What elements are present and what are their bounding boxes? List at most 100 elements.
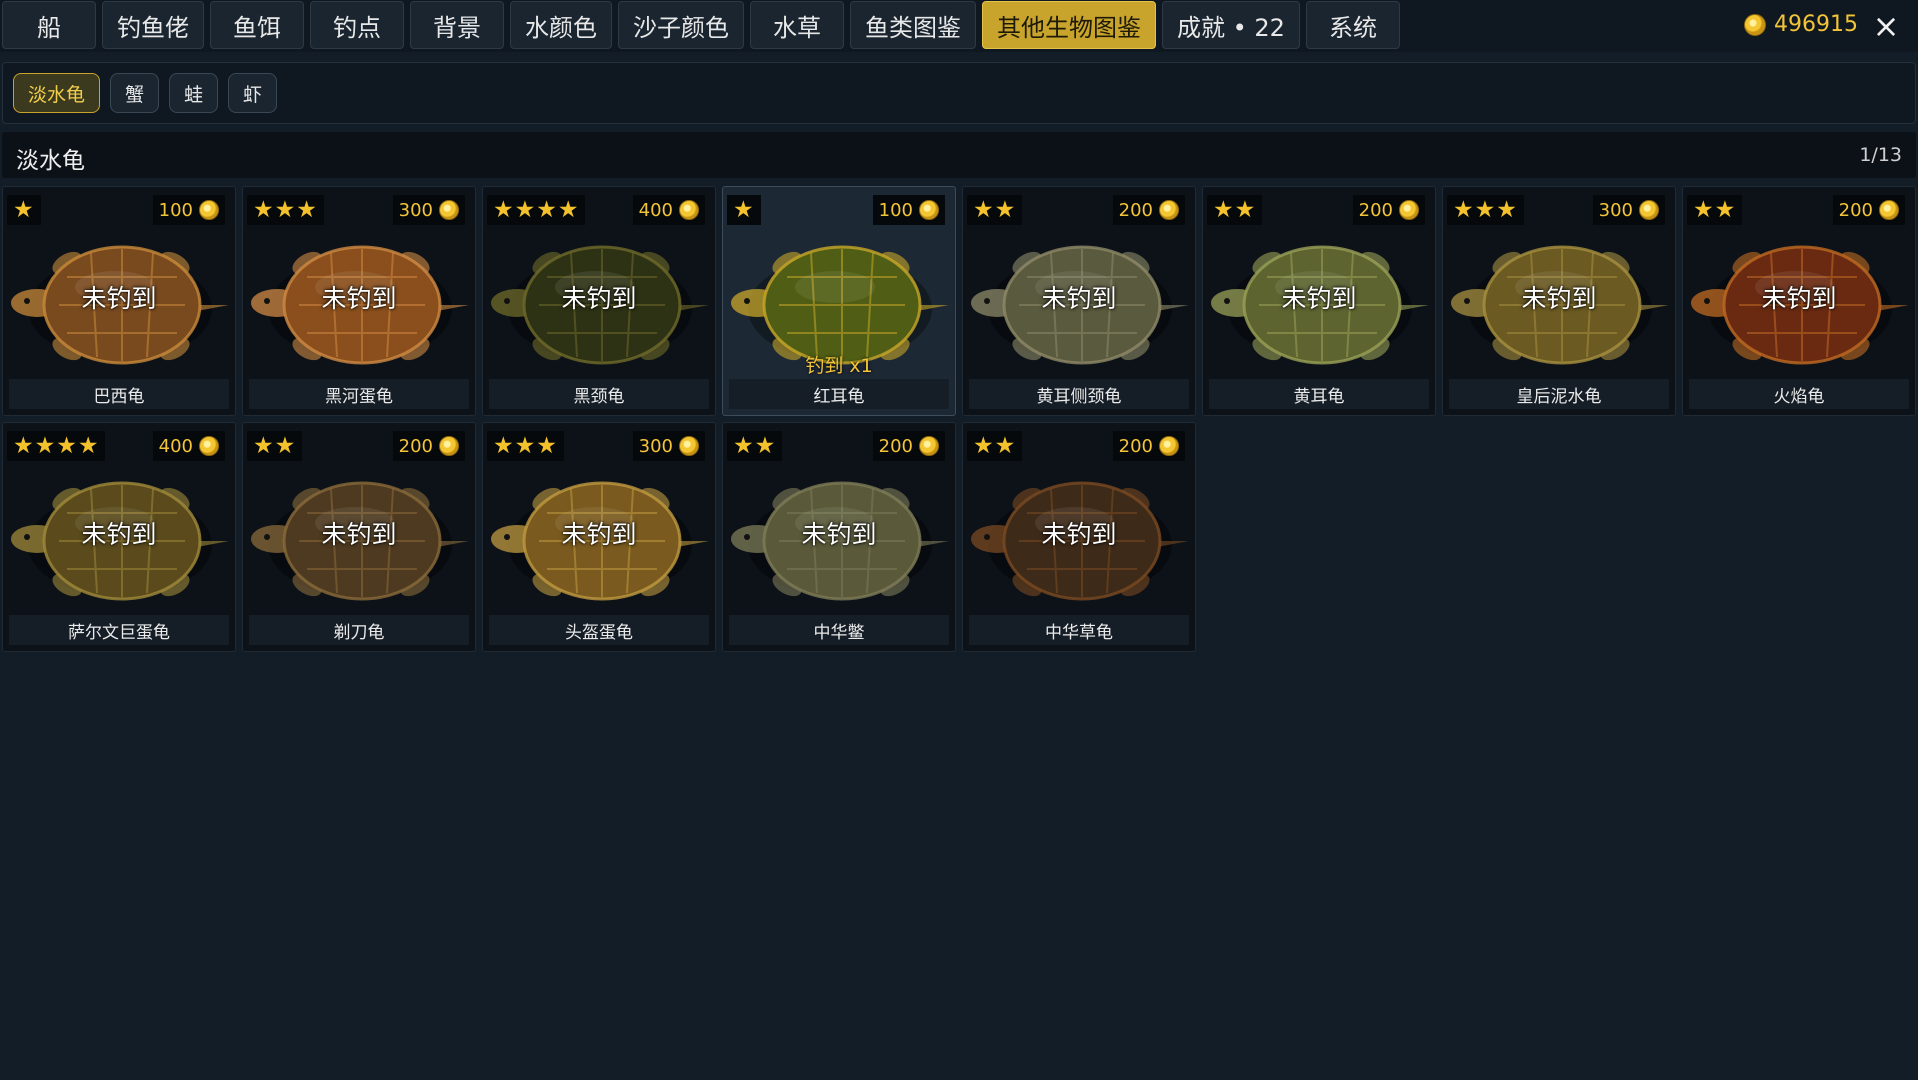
tab-7[interactable]: 水草 — [750, 1, 844, 49]
price-value: 100 — [878, 199, 913, 221]
creature-name: 中华草龟 — [969, 615, 1189, 645]
star-rating: ★★ — [967, 431, 1023, 461]
coin-icon — [439, 200, 459, 220]
subtabs: 淡水龟蟹蛙虾 — [13, 73, 278, 113]
not-caught-label: 未钓到 — [1041, 284, 1117, 313]
star-rating: ★★ — [247, 431, 303, 461]
section-title: 淡水龟 — [16, 148, 85, 174]
tab-0[interactable]: 船 — [2, 1, 96, 49]
tab-3[interactable]: 钓点 — [310, 1, 404, 49]
page-indicator: 1/13 — [1859, 144, 1902, 166]
creature-name: 巴西龟 — [9, 379, 229, 409]
tab-10[interactable]: 成就 • 22 — [1162, 1, 1300, 49]
creature-name: 红耳龟 — [729, 379, 949, 409]
price-tag: 300 — [632, 431, 705, 461]
star-rating: ★★★★ — [7, 431, 106, 461]
creature-card[interactable]: ★★ 200 未钓到中华草龟 — [962, 422, 1196, 652]
category-subtab-bar: 淡水龟蟹蛙虾 — [2, 62, 1916, 124]
creature-card[interactable]: ★ 100 未钓到巴西龟 — [2, 186, 236, 416]
creature-name: 萨尔文巨蛋龟 — [9, 615, 229, 645]
subtab-2[interactable]: 蛙 — [169, 73, 219, 113]
coin-icon — [1744, 13, 1767, 36]
price-value: 400 — [158, 435, 193, 457]
not-caught-label: 未钓到 — [321, 520, 397, 549]
price-value: 200 — [878, 435, 913, 457]
creature-card[interactable]: ★★★★ 400 未钓到 黑颈龟 — [482, 186, 716, 416]
close-button[interactable]: × — [1868, 6, 1904, 46]
not-caught-label: 未钓到 — [1041, 520, 1117, 549]
not-caught-label: 未钓到 — [321, 284, 397, 313]
subtab-1[interactable]: 蟹 — [110, 73, 160, 113]
turtle-image — [727, 221, 953, 371]
coin-icon — [919, 436, 939, 456]
coin-balance: 496915 — [1744, 12, 1858, 37]
coin-icon — [1159, 200, 1179, 220]
creature-card[interactable]: ★★ 200 未钓到 火焰龟 — [1682, 186, 1916, 416]
creature-card[interactable]: ★ 100 钓到 x1 红耳龟 — [722, 186, 956, 416]
price-value: 400 — [638, 199, 673, 221]
price-value: 300 — [638, 435, 673, 457]
tab-11[interactable]: 系统 — [1305, 1, 1400, 49]
creature-card[interactable]: ★★★★ 400 未钓到萨尔文巨蛋龟 — [2, 422, 236, 652]
not-caught-label: 未钓到 — [801, 520, 877, 549]
creature-name: 头盔蛋龟 — [489, 615, 709, 645]
creature-name: 黄耳侧颈龟 — [969, 379, 1189, 409]
coin-icon — [1159, 436, 1179, 456]
price-tag: 400 — [632, 195, 705, 225]
not-caught-label: 未钓到 — [1521, 284, 1597, 313]
tab-4[interactable]: 背景 — [410, 1, 504, 49]
star-rating: ★★ — [1687, 195, 1743, 225]
coin-icon — [679, 200, 699, 220]
tab-8[interactable]: 鱼类图鉴 — [850, 1, 976, 49]
price-value: 200 — [1118, 199, 1153, 221]
not-caught-label: 未钓到 — [1761, 284, 1837, 313]
price-tag: 200 — [1112, 195, 1185, 225]
tab-6[interactable]: 沙子颜色 — [618, 1, 744, 49]
price-tag: 200 — [392, 431, 465, 461]
coin-icon — [1639, 200, 1659, 220]
price-value: 200 — [1838, 199, 1873, 221]
price-tag: 200 — [1832, 195, 1905, 225]
star-rating: ★ — [7, 195, 41, 225]
creature-card[interactable]: ★★ 200 未钓到黄耳龟 — [1202, 186, 1436, 416]
not-caught-label: 未钓到 — [1281, 284, 1357, 313]
creature-card[interactable]: ★★★ 300 未钓到 头盔蛋龟 — [482, 422, 716, 652]
creature-card[interactable]: ★★★ 300 未钓到 皇后泥水龟 — [1442, 186, 1676, 416]
price-tag: 300 — [392, 195, 465, 225]
coin-icon — [679, 436, 699, 456]
not-caught-label: 未钓到 — [561, 284, 637, 313]
creature-card[interactable]: ★★★ 300 未钓到黑河蛋龟 — [242, 186, 476, 416]
creature-card[interactable]: ★★ 200 未钓到剃刀龟 — [242, 422, 476, 652]
not-caught-label: 未钓到 — [81, 520, 157, 549]
price-tag: 200 — [1352, 195, 1425, 225]
not-caught-label: 未钓到 — [81, 284, 157, 313]
star-rating: ★★ — [967, 195, 1023, 225]
tab-5[interactable]: 水颜色 — [510, 1, 612, 49]
price-value: 300 — [1598, 199, 1633, 221]
price-tag: 300 — [1592, 195, 1665, 225]
tab-1[interactable]: 钓鱼佬 — [102, 1, 204, 49]
section-header: 淡水龟 1/13 — [2, 132, 1916, 178]
star-rating: ★★ — [727, 431, 783, 461]
star-rating: ★★ — [1207, 195, 1263, 225]
creature-name: 黄耳龟 — [1209, 379, 1429, 409]
creature-name: 剃刀龟 — [249, 615, 469, 645]
price-tag: 400 — [152, 431, 225, 461]
price-tag: 100 — [152, 195, 225, 225]
star-rating: ★★★ — [247, 195, 324, 225]
coin-icon — [199, 436, 219, 456]
price-tag: 200 — [872, 431, 945, 461]
creature-card[interactable]: ★★ 200 未钓到中华鳖 — [722, 422, 956, 652]
creature-card[interactable]: ★★ 200 未钓到黄耳侧颈龟 — [962, 186, 1196, 416]
subtab-3[interactable]: 虾 — [228, 73, 278, 113]
coin-icon — [439, 436, 459, 456]
not-caught-label: 未钓到 — [561, 520, 637, 549]
main-tabs: 船钓鱼佬 鱼饵 钓点 背景 水颜色 沙子颜色 水草 鱼类图鉴 其他生物图鉴 成就 • 22 系统 — [2, 1, 1400, 49]
tab-2[interactable]: 鱼饵 — [210, 1, 304, 49]
tab-9[interactable]: 其他生物图鉴 — [982, 1, 1156, 49]
subtab-0[interactable]: 淡水龟 — [13, 73, 101, 113]
creature-name: 中华鳖 — [729, 615, 949, 645]
price-tag: 200 — [1112, 431, 1185, 461]
creature-name: 黑河蛋龟 — [249, 379, 469, 409]
price-value: 200 — [1358, 199, 1393, 221]
